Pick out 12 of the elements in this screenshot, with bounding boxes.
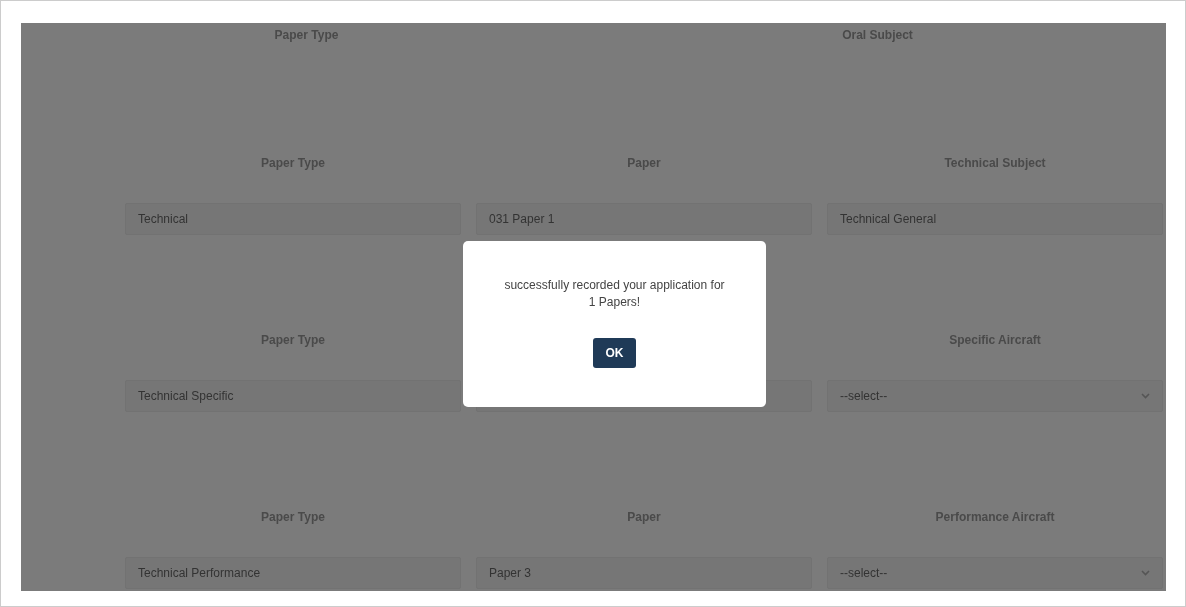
- ok-button[interactable]: OK: [593, 338, 636, 368]
- dialog-message: successfully recorded your application for 1 Papers!: [503, 277, 726, 311]
- input-field[interactable]: Paper 3: [476, 557, 812, 589]
- input-field[interactable]: Technical Performance: [125, 557, 461, 589]
- input-field[interactable]: Technical General: [827, 203, 1163, 235]
- input-field[interactable]: Technical Specific: [125, 380, 461, 412]
- input-field[interactable]: 031 Paper 1: [476, 203, 812, 235]
- select-field[interactable]: --select--: [827, 380, 1163, 412]
- chevron-down-icon: [1141, 570, 1150, 576]
- select-field[interactable]: --select--: [827, 557, 1163, 589]
- input-field[interactable]: Technical: [125, 203, 461, 235]
- chevron-down-icon: [1141, 393, 1150, 399]
